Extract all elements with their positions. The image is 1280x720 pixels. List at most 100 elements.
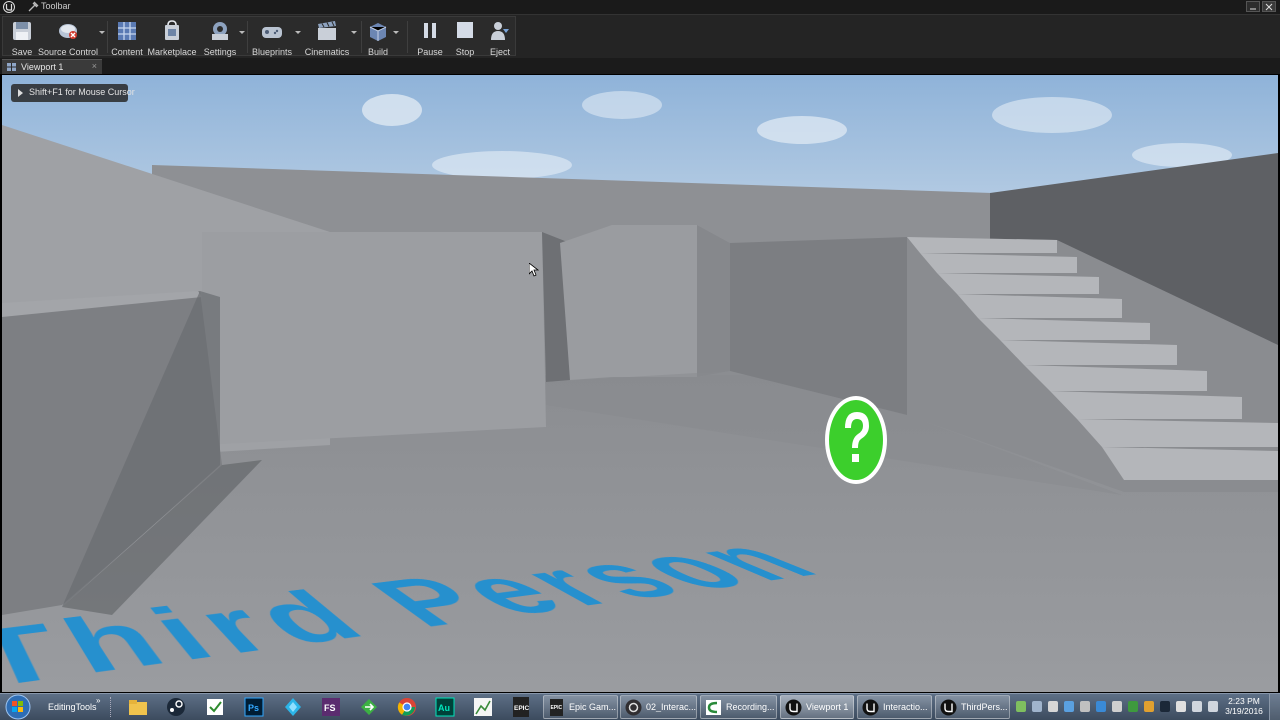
- eject-button[interactable]: Eject: [487, 17, 513, 57]
- tab-viewport[interactable]: Viewport 1 ×: [2, 59, 102, 74]
- source-control-button[interactable]: Source Control: [38, 17, 105, 57]
- blueprints-label: Blueprints: [251, 47, 293, 57]
- settings-button[interactable]: Settings: [203, 17, 245, 57]
- taskbar-task-obs[interactable]: 02_Interac...: [620, 695, 697, 719]
- task-label: Viewport 1: [806, 702, 849, 712]
- tray-icon[interactable]: [1064, 701, 1074, 712]
- tray-icon[interactable]: [1112, 701, 1122, 712]
- pause-button[interactable]: Pause: [417, 17, 443, 57]
- content-label: Content: [111, 47, 143, 57]
- settings-dropdown-icon[interactable]: [239, 31, 245, 34]
- cloud: [992, 97, 1112, 133]
- arrow-icon[interactable]: [358, 696, 380, 718]
- unreal-icon: [940, 699, 957, 716]
- build-dropdown-icon[interactable]: [393, 31, 399, 34]
- window-controls: [1246, 1, 1276, 12]
- tray-icon[interactable]: [1160, 701, 1170, 712]
- question-mark-icon[interactable]: [823, 394, 889, 486]
- toolbar-chevron-icon[interactable]: »: [96, 696, 100, 705]
- game-viewport[interactable]: Third Person Shift+F1 for Mouse Cursor: [2, 75, 1278, 692]
- blueprints-button[interactable]: Blueprints: [251, 17, 301, 57]
- taskbar-task-interaction[interactable]: Interactio...: [857, 695, 932, 719]
- gem-icon[interactable]: [282, 696, 304, 718]
- grapher-icon[interactable]: [472, 696, 494, 718]
- build-label: Build: [367, 47, 388, 57]
- clock-date: 3/19/2016: [1225, 706, 1263, 716]
- main-toolbar: Save Source Control Content Marketplace …: [0, 15, 1280, 58]
- cinematics-icon: [318, 21, 336, 40]
- taskbar-task-thirdperson[interactable]: ThirdPers...: [935, 695, 1010, 719]
- task-label: Interactio...: [883, 702, 928, 712]
- camtasia-icon: [706, 700, 721, 715]
- toolbar-divider: [407, 21, 408, 53]
- stop-button[interactable]: Stop: [453, 17, 477, 57]
- svg-text:EPIC: EPIC: [551, 705, 563, 711]
- tray-icon[interactable]: [1096, 701, 1106, 712]
- pause-label: Pause: [417, 47, 443, 57]
- system-clock[interactable]: 2:23 PM 3/19/2016: [1224, 696, 1264, 716]
- tray-icon[interactable]: [1016, 701, 1026, 712]
- toolbar-window-icon: [28, 1, 39, 12]
- mouse-cursor-icon: [529, 263, 539, 277]
- taskbar-task-recording[interactable]: Recording...: [700, 695, 777, 719]
- tray-icon[interactable]: [1128, 701, 1138, 712]
- task-label: ThirdPers...: [961, 702, 1008, 712]
- toolbar-button-group: Save Source Control Content Marketplace …: [2, 16, 516, 57]
- marketplace-button[interactable]: Marketplace: [147, 17, 197, 57]
- taskbar-task-viewport[interactable]: Viewport 1: [780, 695, 854, 719]
- volume-icon[interactable]: [1208, 701, 1218, 712]
- taskbar-toolbar-label[interactable]: EditingTools: [48, 702, 97, 712]
- source-control-dropdown-icon[interactable]: [99, 31, 105, 34]
- cloud: [362, 94, 422, 126]
- unreal-icon: [862, 699, 879, 716]
- cinematics-dropdown-icon[interactable]: [351, 31, 357, 34]
- window-title: Toolbar: [41, 1, 71, 11]
- hint-label: Shift+F1 for Mouse Cursor: [29, 87, 135, 97]
- save-button[interactable]: Save: [7, 17, 37, 57]
- photoshop-icon[interactable]: Ps: [243, 696, 265, 718]
- show-desktop-button[interactable]: [1269, 694, 1280, 720]
- tray-icon[interactable]: [1144, 701, 1154, 712]
- blueprints-dropdown-icon[interactable]: [295, 31, 301, 34]
- network-icon[interactable]: [1192, 701, 1202, 712]
- chrome-icon[interactable]: [396, 696, 418, 718]
- build-icon: [369, 23, 387, 41]
- settings-icon: [212, 22, 228, 40]
- viewport-grid-icon: [7, 63, 16, 71]
- fs-icon[interactable]: FS: [320, 696, 342, 718]
- start-button-icon[interactable]: [2, 694, 34, 720]
- content-button[interactable]: Content: [111, 17, 143, 57]
- clock-time: 2:23 PM: [1228, 696, 1260, 706]
- marketplace-label: Marketplace: [147, 47, 197, 57]
- task-label: Recording...: [726, 702, 775, 712]
- eject-icon: [491, 22, 509, 40]
- taskbar-task-epic[interactable]: EPIC Epic Gam...: [543, 695, 618, 719]
- build-button[interactable]: Build: [365, 17, 399, 57]
- audition-icon[interactable]: Au: [434, 696, 456, 718]
- tray-icon[interactable]: [1080, 701, 1090, 712]
- task-icon[interactable]: [204, 696, 226, 718]
- mouse-cursor-hint-button[interactable]: Shift+F1 for Mouse Cursor: [11, 84, 135, 102]
- close-button[interactable]: [1262, 1, 1276, 12]
- stop-icon: [457, 22, 473, 38]
- blueprints-icon: [262, 27, 282, 38]
- tray-icon[interactable]: [1176, 701, 1186, 712]
- tab-label: Viewport 1: [21, 62, 64, 72]
- svg-text:Au: Au: [438, 703, 450, 713]
- cloud: [432, 151, 572, 179]
- folder-icon[interactable]: [127, 696, 149, 718]
- epic-icon[interactable]: EPIC: [510, 696, 532, 718]
- tray-icon[interactable]: [1048, 701, 1058, 712]
- tab-close-icon[interactable]: ×: [92, 61, 97, 71]
- unreal-icon: [785, 699, 802, 716]
- taskbar-divider: [110, 697, 114, 717]
- save-icon: [13, 22, 31, 40]
- minimize-button[interactable]: [1246, 1, 1260, 12]
- system-tray: [1014, 696, 1222, 718]
- cinematics-button[interactable]: Cinematics: [305, 17, 357, 57]
- toolbar-divider: [247, 21, 248, 53]
- obs-icon: [625, 699, 642, 716]
- tray-icon[interactable]: [1032, 701, 1042, 712]
- steam-icon[interactable]: [165, 696, 187, 718]
- cloud: [582, 91, 662, 119]
